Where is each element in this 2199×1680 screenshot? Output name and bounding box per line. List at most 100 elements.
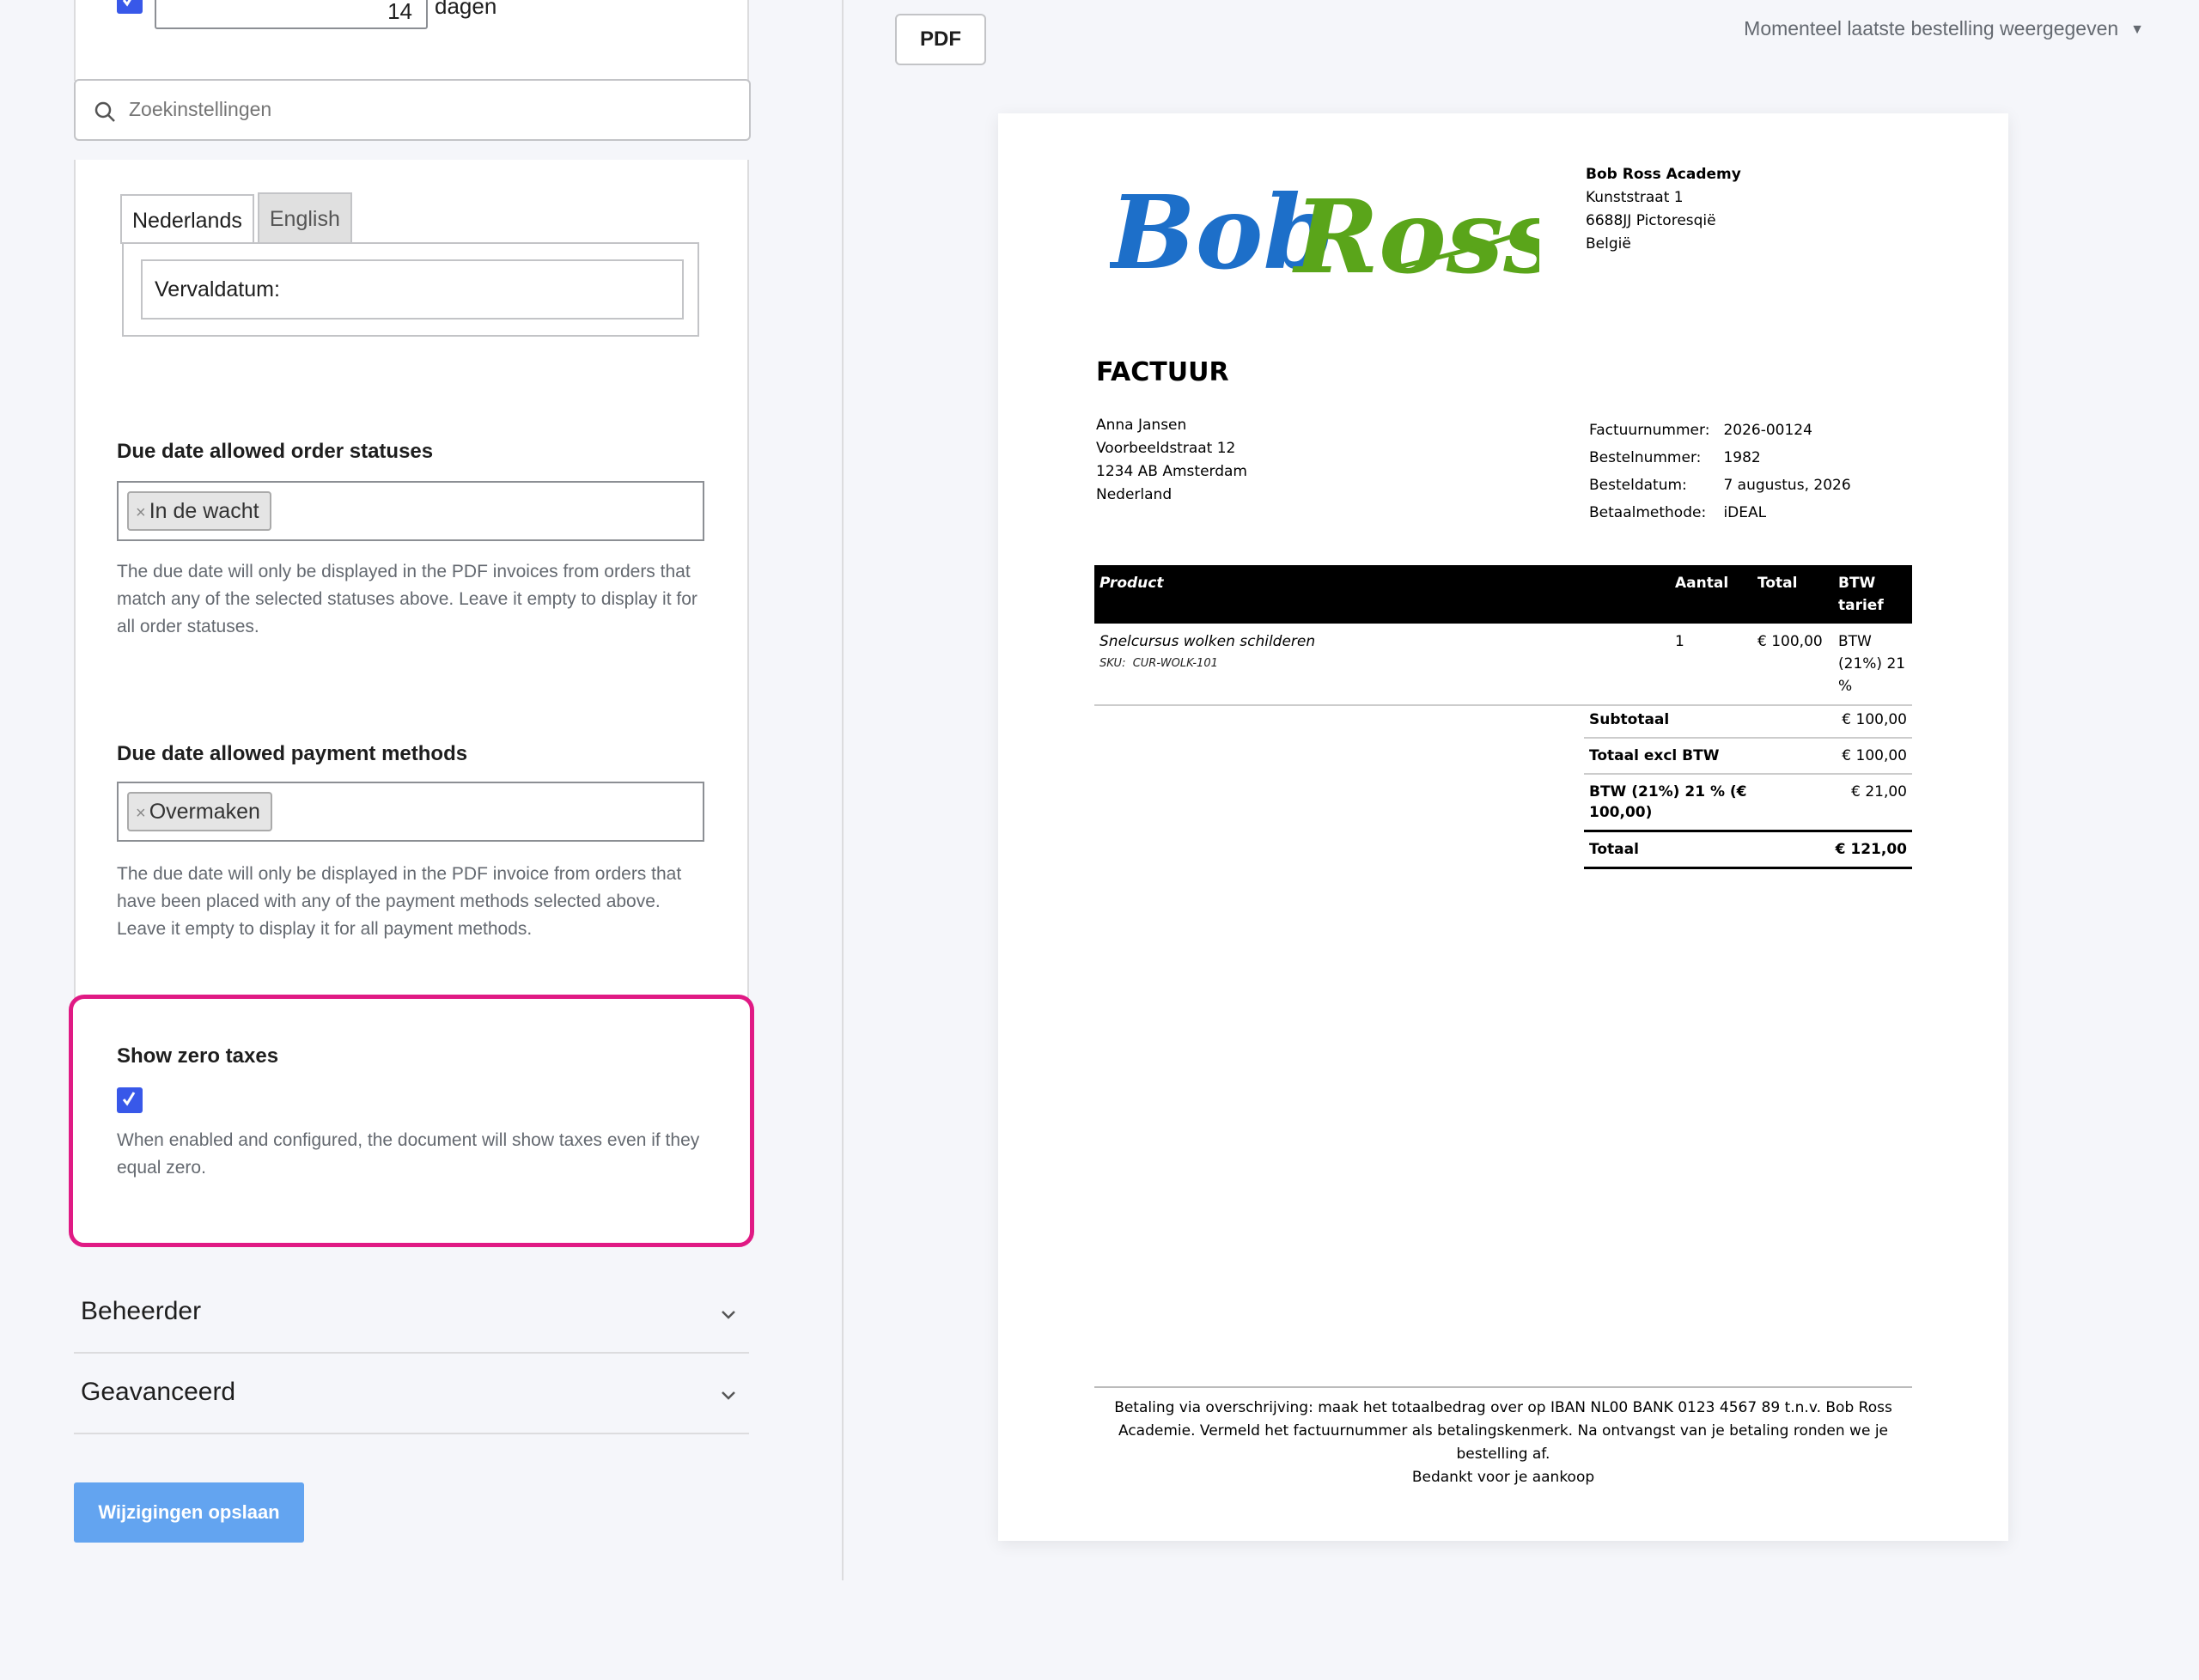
meta-label: Factuurnummer: <box>1589 422 1710 439</box>
due-days-input[interactable]: 14 <box>155 0 428 29</box>
totals-label: Totaal excl BTW <box>1584 738 1756 775</box>
chevron-down-icon <box>722 1391 735 1400</box>
totals-row: BTW (21%) 21 % (€ 100,00) € 21,00 <box>1584 774 1912 832</box>
invoice-footer: Betaling via overschrijving: maak het to… <box>1094 1397 1912 1489</box>
sku-label: SKU: <box>1100 657 1126 670</box>
due-days-card: 14 dagen <box>74 0 749 81</box>
due-date-label-input[interactable]: Vervaldatum: <box>141 259 684 320</box>
totals-table: Subtotaal € 100,00 Totaal excl BTW € 100,0… <box>1584 703 1912 869</box>
accordion-beheerder[interactable]: Beheerder <box>74 1273 749 1354</box>
shop-street: Kunststraat 1 <box>1586 189 1684 206</box>
payment-methods-help: The due date will only be displayed in t… <box>117 864 682 939</box>
grand-total-value: € 121,00 <box>1756 830 1912 869</box>
meta-value: iDEAL <box>1723 504 1767 521</box>
item-quantity: 1 <box>1670 624 1752 706</box>
shop-country: België <box>1586 235 1631 253</box>
chevron-down-icon <box>722 1311 735 1319</box>
meta-row: Betaalmethode: iDEAL <box>1589 500 1863 526</box>
meta-row: Besteldatum: 7 augustus, 2026 <box>1589 472 1863 498</box>
bob-ross-logo: Bob Ross <box>1110 173 1539 294</box>
item-sku: SKU: CUR-WOLK-101 <box>1100 653 1665 675</box>
payment-methods-label: Due date allowed payment methods <box>117 742 468 765</box>
col-tax: BTW tarief <box>1833 565 1912 624</box>
footer-note: Betaling via overschrijving: maak het to… <box>1114 1399 1892 1463</box>
meta-row: Bestelnummer: 1982 <box>1589 445 1863 471</box>
payment-methods-select[interactable]: × Overmaken <box>117 782 704 842</box>
order-meta: Factuurnummer: 2026-00124 Bestelnummer: 19… <box>1587 416 1865 527</box>
accordion-geavanceerd[interactable]: Geavanceerd <box>74 1354 749 1434</box>
billing-name: Anna Jansen <box>1096 417 1187 434</box>
totals-value: € 21,00 <box>1756 774 1912 832</box>
billing-city: 1234 AB Amsterdam <box>1096 463 1247 480</box>
totals-value: € 100,00 <box>1756 738 1912 775</box>
meta-label: Betaalmethode: <box>1589 504 1707 521</box>
logo-word-2: Ross <box>1292 177 1539 294</box>
tab-english[interactable]: English <box>257 192 352 242</box>
invoice-title: FACTUUR <box>1096 357 1229 387</box>
totals-row: Totaal excl BTW € 100,00 <box>1584 738 1912 775</box>
shop-address: Bob Ross Academy Kunststraat 1 6688JJ Pi… <box>1586 163 1741 256</box>
settings-search-input[interactable]: Zoekinstellingen <box>74 79 751 141</box>
due-days-suffix: dagen <box>435 0 497 19</box>
zero-taxes-checkbox[interactable] <box>117 1087 143 1113</box>
order-select-label: Momenteel laatste bestelling weergegeven <box>1744 17 2119 40</box>
item-tax: BTW (21%) 21 % <box>1833 624 1912 706</box>
accordion-label: Geavanceerd <box>81 1378 236 1406</box>
language-tab-panel: Vervaldatum: <box>122 242 699 337</box>
meta-value: 7 augustus, 2026 <box>1723 477 1851 494</box>
tag-remove-icon[interactable]: × <box>136 503 146 522</box>
tag-label: In de wacht <box>149 499 259 523</box>
footer-divider <box>1094 1386 1912 1388</box>
tag-in-de-wacht: × In de wacht <box>127 491 271 531</box>
meta-label: Bestelnummer: <box>1589 449 1702 466</box>
order-statuses-help: The due date will only be displayed in t… <box>117 562 697 636</box>
order-preview-select[interactable]: Momenteel laatste bestelling weergegeven… <box>1744 17 2144 40</box>
col-product: Product <box>1094 565 1670 624</box>
tag-label: Overmaken <box>149 800 260 824</box>
zero-taxes-help: When enabled and configured, the documen… <box>117 1130 700 1178</box>
accordion-label: Beheerder <box>81 1297 202 1325</box>
billing-country: Nederland <box>1096 486 1173 503</box>
billing-address: Anna Jansen Voorbeeldstraat 12 1234 AB A… <box>1096 414 1247 507</box>
order-statuses-select[interactable]: × In de wacht <box>117 481 704 541</box>
shop-city: 6688JJ Pictoresqië <box>1586 212 1716 229</box>
tag-overmaken: × Overmaken <box>127 792 272 831</box>
settings-panel: 14 dagen Zoekinstellingen Nederlands Eng… <box>0 0 842 1680</box>
meta-value: 1982 <box>1723 449 1761 466</box>
order-statuses-label: Due date allowed order statuses <box>117 440 434 463</box>
zero-taxes-label: Show zero taxes <box>117 1044 279 1068</box>
grand-total-label: Totaal <box>1584 830 1756 869</box>
tag-remove-icon[interactable]: × <box>136 804 146 823</box>
invoice-preview: Bob Ross Bob Ross Academy Kunststraat 1 … <box>998 113 2008 1541</box>
totals-label: BTW (21%) 21 % (€ 100,00) <box>1584 774 1756 832</box>
totals-label: Subtotaal <box>1584 703 1756 739</box>
table-row: Snelcursus wolken schilderen SKU: CUR-WO… <box>1094 624 1912 706</box>
item-product: Snelcursus wolken schilderen SKU: CUR-WO… <box>1094 624 1670 706</box>
items-table: Product Aantal Total BTW tarief Snelcurs… <box>1094 565 1912 706</box>
meta-row: Factuurnummer: 2026-00124 <box>1589 417 1863 443</box>
col-total: Total <box>1752 565 1833 624</box>
zero-taxes-highlight <box>69 995 754 1247</box>
footer-thanks: Bedankt voor je aankoop <box>1411 1469 1595 1486</box>
shop-name: Bob Ross Academy <box>1586 166 1741 183</box>
totals-row: Subtotaal € 100,00 <box>1584 703 1912 739</box>
caret-down-icon: ▼ <box>2130 22 2144 37</box>
panel-divider <box>842 0 844 1580</box>
meta-value: 2026-00124 <box>1723 422 1812 439</box>
item-name: Snelcursus wolken schilderen <box>1100 633 1316 650</box>
item-total: € 100,00 <box>1752 624 1833 706</box>
search-icon <box>94 101 115 122</box>
billing-street: Voorbeeldstraat 12 <box>1096 440 1236 457</box>
search-placeholder: Zoekinstellingen <box>129 98 272 120</box>
pdf-button[interactable]: PDF <box>895 14 986 65</box>
checkmark-icon <box>122 1092 136 1106</box>
language-tabs: Nederlands English <box>120 192 356 244</box>
due-days-checkbox[interactable] <box>117 0 143 14</box>
col-quantity: Aantal <box>1670 565 1752 624</box>
save-button[interactable]: Wijzigingen opslaan <box>74 1482 304 1543</box>
sku-value: CUR-WOLK-101 <box>1132 657 1218 670</box>
tab-nederlands[interactable]: Nederlands <box>120 194 254 244</box>
checkmark-icon <box>122 0 131 7</box>
grand-total-row: Totaal € 121,00 <box>1584 830 1912 869</box>
meta-label: Besteldatum: <box>1589 477 1687 494</box>
